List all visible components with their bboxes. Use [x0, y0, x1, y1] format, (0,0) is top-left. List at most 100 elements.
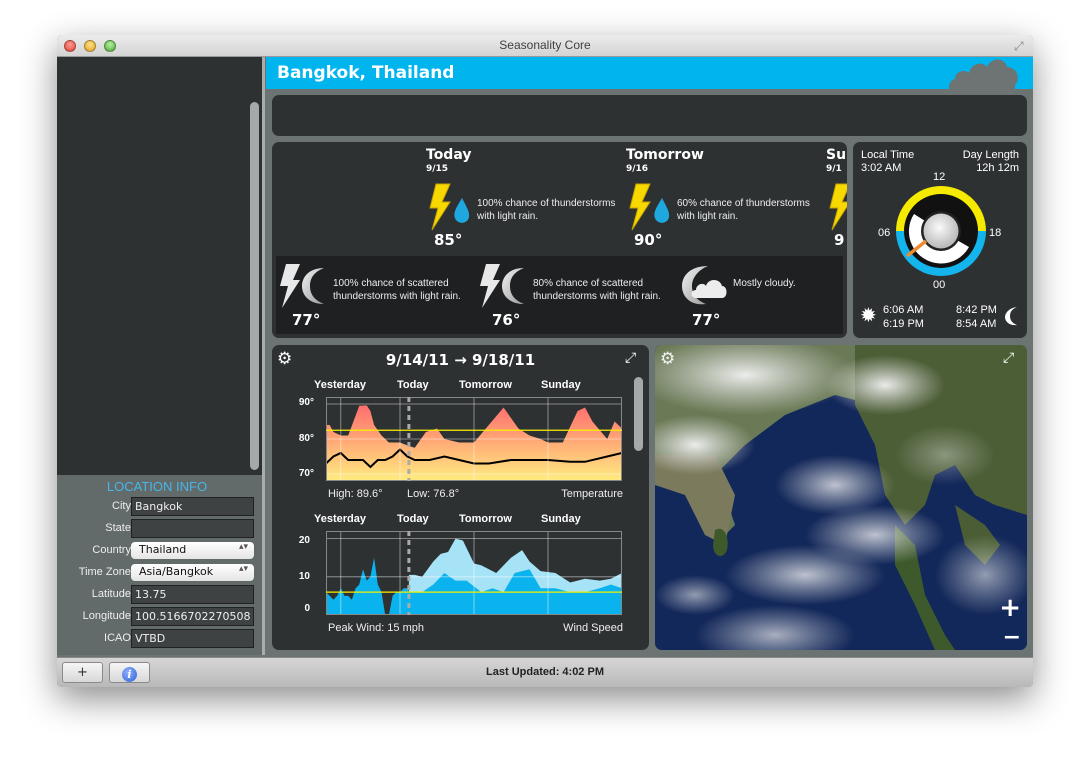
- satellite-map[interactable]: ⚙ ⤢ + −: [655, 345, 1027, 650]
- day-description: 100% chance of thunderstorms with light …: [477, 198, 616, 222]
- icao-field[interactable]: VTBD: [131, 629, 254, 648]
- state-field[interactable]: [131, 519, 254, 538]
- clock-hour-18: 18: [989, 227, 1002, 239]
- day-label: Yesterday: [314, 379, 366, 391]
- location-info-panel: LOCATION INFO City: Bangkok State: Count…: [57, 475, 262, 655]
- state-row: State:: [57, 519, 262, 539]
- wind-chart: [326, 531, 622, 615]
- city-list-scrollbar[interactable]: [250, 102, 259, 470]
- expand-graphs-icon[interactable]: ⤢: [625, 350, 643, 368]
- day-temp: 9: [834, 231, 845, 249]
- latitude-row: Latitude: 13.75: [57, 585, 262, 605]
- graphs-panel: ⚙ 9/14/11 → 9/18/11 ⤢ Yesterday Today To…: [272, 345, 649, 650]
- timezone-value: Asia/Bangkok: [139, 565, 214, 578]
- day-label: Tomorrow: [459, 513, 512, 525]
- satellite-image: [655, 345, 1027, 650]
- country-select[interactable]: Thailand ▴▾: [131, 542, 254, 559]
- temp-ytick: 90°: [298, 397, 314, 408]
- night-description: 80% chance of scattered thunderstorms wi…: [533, 278, 661, 302]
- longitude-label: Longitude:: [82, 610, 134, 622]
- day-temp: 85°: [434, 231, 463, 249]
- timezone-row: Time Zone: Asia/Bangkok ▴▾: [57, 563, 262, 583]
- fullscreen-icon[interactable]: ⤢: [1014, 39, 1028, 53]
- day-length-value: 12h 12m: [976, 162, 1019, 174]
- select-arrows-icon: ▴▾: [238, 542, 248, 552]
- clock-hour-00: 00: [933, 279, 946, 291]
- country-value: Thailand: [139, 543, 187, 556]
- zoom-in-icon[interactable]: +: [999, 595, 1021, 621]
- day-night-clock-dial: [896, 186, 986, 276]
- day-date: 9/15: [426, 164, 449, 174]
- forecast-day: Tomorrow 9/16 60% chance of thunderstorm…: [626, 147, 836, 249]
- last-updated-status: Last Updated: 4:02 PM: [486, 666, 604, 678]
- wind-ytick: 20: [298, 535, 310, 546]
- sun-icon: ✹: [860, 303, 877, 327]
- city-list: [57, 57, 247, 477]
- state-label: State:: [105, 522, 134, 534]
- location-header: Bangkok, Thailand: [266, 57, 1033, 93]
- temp-high: High: 89.6°: [328, 488, 383, 500]
- night-thunderstorm-icon: [280, 264, 324, 308]
- split-view-divider[interactable]: [262, 57, 265, 655]
- peak-wind: Peak Wind: 15 mph: [328, 622, 424, 634]
- icao-row: ICAO: VTBD: [57, 629, 262, 649]
- day-temp: 90°: [634, 231, 663, 249]
- temp-low: Low: 76.8°: [407, 488, 460, 500]
- sunrise-time: 6:06 AM: [883, 304, 924, 316]
- expand-map-icon[interactable]: ⤢: [1003, 350, 1021, 368]
- day-name: Today: [426, 147, 472, 163]
- thunderstorm-rain-icon: [629, 183, 670, 231]
- wind-day-labels: Yesterday Today Tomorrow Sunday: [272, 513, 649, 527]
- day-label: Yesterday: [314, 513, 366, 525]
- temp-day-labels: Yesterday Today Tomorrow Sunday: [272, 379, 649, 393]
- local-time-label: Local Time: [861, 149, 915, 161]
- window-title: Seasonality Core: [499, 38, 591, 52]
- day-date: 9/1: [826, 164, 842, 174]
- country-label: Country:: [92, 544, 134, 556]
- moon-icon: [1005, 307, 1017, 326]
- wind-chart-name: Wind Speed: [563, 622, 623, 634]
- sunset-time: 6:19 PM: [883, 318, 924, 330]
- day-date: 9/16: [626, 164, 649, 174]
- timezone-select[interactable]: Asia/Bangkok ▴▾: [131, 564, 254, 581]
- map-settings-gear-icon[interactable]: ⚙: [660, 350, 678, 368]
- city-field[interactable]: Bangkok: [131, 497, 254, 516]
- zoom-out-icon[interactable]: −: [1003, 627, 1021, 649]
- select-arrows-icon: ▴▾: [238, 564, 248, 574]
- longitude-row: Longitude: 100.5166702270508: [57, 607, 262, 627]
- day-label: Sunday: [541, 379, 581, 391]
- temp-chart-name: Temperature: [561, 488, 623, 500]
- temp-ytick: 80°: [298, 433, 314, 444]
- icao-label: ICAO:: [104, 632, 134, 644]
- night-description: 100% chance of scattered thunderstorms w…: [333, 278, 461, 302]
- wind-ytick: 0: [304, 603, 310, 614]
- day-label: Today: [397, 513, 429, 525]
- forecast-panel: Today 9/15 100% chance of thunderstorms …: [272, 142, 847, 338]
- current-conditions-panel: [272, 95, 1027, 136]
- clock-hour-06: 06: [878, 227, 891, 239]
- day-label: Today: [397, 379, 429, 391]
- wind-ytick: 10: [298, 571, 310, 582]
- cloud-icon: [949, 59, 1018, 93]
- graph-date-range: 9/14/11 → 9/18/11: [385, 351, 536, 369]
- sun-moon-clock-panel: Local Time 3:02 AM Day Length 12h 12m 12…: [853, 142, 1027, 338]
- thunderstorm-icon: [829, 183, 847, 231]
- sidebar: LOCATION INFO City: Bangkok State: Count…: [57, 57, 262, 655]
- day-name: Su: [826, 147, 847, 163]
- night-thunderstorm-icon: [480, 264, 524, 308]
- country-row: Country: Thailand ▴▾: [57, 541, 262, 561]
- forecast-day: Today 9/15 100% chance of thunderstorms …: [426, 147, 636, 249]
- latitude-label: Latitude:: [91, 588, 134, 600]
- day-name: Tomorrow: [626, 147, 704, 163]
- forecast-day: Su 9/1 9: [826, 147, 847, 249]
- thunderstorm-rain-icon: [429, 183, 470, 231]
- night-temp: 77°: [692, 311, 721, 329]
- temperature-chart: [326, 397, 622, 481]
- bottom-toolbar: + i Last Updated: 4:02 PM: [57, 657, 1033, 687]
- moon-cloud-icon: [682, 266, 727, 305]
- clock-hour-12: 12: [933, 171, 946, 183]
- city-row: City: Bangkok: [57, 497, 262, 517]
- longitude-field[interactable]: 100.5166702270508: [131, 607, 254, 626]
- latitude-field[interactable]: 13.75: [131, 585, 254, 604]
- moonrise-time: 8:42 PM: [956, 304, 997, 316]
